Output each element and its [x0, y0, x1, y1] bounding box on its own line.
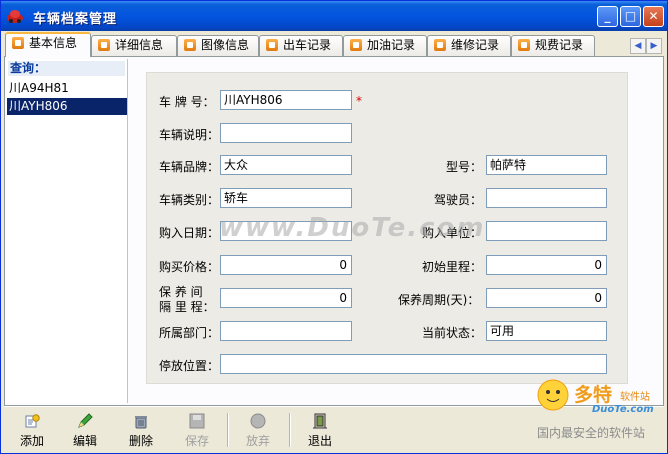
window-title: 车辆档案管理	[33, 12, 118, 27]
save-button-label: 保存	[184, 434, 209, 448]
tab-basic-info[interactable]: 基本信息	[5, 32, 91, 57]
toolbar-separator	[289, 413, 291, 447]
discard-icon	[250, 413, 266, 429]
department-label: 所属部门：	[159, 326, 220, 340]
model-label: 型号：	[446, 160, 483, 174]
floppy-icon	[189, 413, 205, 429]
parking-location-label: 停放位置：	[159, 359, 220, 373]
tab-doc-icon	[434, 38, 446, 51]
delete-button[interactable]: 删除	[118, 411, 164, 449]
maintenance-interval-label-line2: 隔 里 程：	[159, 300, 215, 314]
vehicle-desc-label: 车辆说明：	[159, 128, 220, 142]
exit-button-label: 退出	[307, 434, 332, 448]
tab-scroll-left-icon[interactable]: ◀	[630, 38, 646, 54]
discard-button[interactable]: 放弃	[235, 411, 281, 449]
watermark-text: www.DuoTe.com	[219, 213, 486, 243]
tab-trip-records[interactable]: 出车记录	[259, 35, 343, 56]
tab-fee-records[interactable]: 规费记录	[511, 35, 595, 56]
discard-button-label: 放弃	[245, 434, 270, 448]
purchase-price-field[interactable]: 0	[220, 255, 352, 275]
car-icon	[7, 10, 23, 23]
site-domain: DuoTe.com	[592, 404, 654, 415]
vehicle-desc-field[interactable]	[220, 123, 352, 143]
delete-button-label: 删除	[128, 434, 153, 448]
purchase-unit-field[interactable]	[486, 221, 607, 241]
door-exit-icon	[313, 413, 327, 429]
tab-scroll-right-icon[interactable]: ▶	[646, 38, 662, 54]
add-record-icon	[25, 414, 40, 428]
vehicle-type-field[interactable]: 轿车	[220, 188, 352, 208]
brand-label: 车辆品牌：	[159, 160, 220, 174]
maximize-button[interactable]: □	[620, 6, 641, 27]
plate-list-item-selected[interactable]: 川AYH806	[7, 98, 127, 115]
parking-location-field[interactable]	[220, 354, 607, 374]
plate-label: 车 牌 号：	[159, 95, 215, 109]
current-status-field[interactable]: 可用	[486, 321, 607, 341]
app-window: 车辆档案管理 _ □ ✕ 基本信息 详细信息 图像信息 出车记录 加油记录 维修…	[0, 0, 668, 454]
plate-field[interactable]: 川AYH806	[220, 90, 352, 110]
tab-doc-icon	[184, 38, 196, 51]
title-bar[interactable]: 车辆档案管理 _ □ ✕	[1, 1, 667, 31]
tab-doc-icon	[98, 38, 110, 51]
current-status-label: 当前状态：	[422, 326, 483, 340]
plate-list-item[interactable]: 川A94H81	[7, 80, 127, 97]
save-button[interactable]: 保存	[174, 411, 220, 449]
plate-list-panel: 查询： 川A94H81 川AYH806	[5, 59, 128, 403]
tab-doc-icon	[518, 38, 530, 51]
minimize-button[interactable]: _	[597, 6, 618, 27]
initial-mileage-field[interactable]: 0	[486, 255, 607, 275]
search-label[interactable]: 查询：	[8, 61, 125, 76]
mascot-icon	[537, 379, 569, 411]
tab-doc-icon	[266, 38, 278, 51]
driver-field[interactable]	[486, 188, 607, 208]
model-field[interactable]: 帕萨特	[486, 155, 607, 175]
tab-doc-icon	[350, 38, 362, 51]
trash-icon	[135, 416, 147, 429]
close-button[interactable]: ✕	[643, 6, 664, 27]
pencil-icon	[78, 413, 93, 428]
edit-button-label: 编辑	[72, 434, 97, 448]
site-subtitle: 软件站	[620, 392, 650, 403]
tab-repair-records[interactable]: 维修记录	[427, 35, 511, 56]
site-logo: 多特 软件站 DuoTe.com 国内最安全的软件站	[534, 376, 664, 444]
tab-fuel-records[interactable]: 加油记录	[343, 35, 427, 56]
maintenance-interval-field[interactable]: 0	[220, 288, 352, 308]
driver-label: 驾驶员：	[434, 193, 483, 207]
tab-detail-info[interactable]: 详细信息	[91, 35, 177, 56]
maintenance-period-label: 保养周期(天)：	[398, 293, 480, 307]
vehicle-type-label: 车辆类别：	[159, 193, 220, 207]
initial-mileage-label: 初始里程：	[422, 260, 483, 274]
exit-button[interactable]: 退出	[297, 411, 343, 449]
maintenance-period-field[interactable]: 0	[486, 288, 607, 308]
purchase-date-label: 购入日期：	[159, 226, 220, 240]
purchase-price-label: 购买价格：	[159, 260, 220, 274]
tab-doc-icon	[12, 36, 24, 49]
required-mark: *	[356, 94, 362, 108]
add-button[interactable]: 添加	[9, 411, 55, 449]
brand-field[interactable]: 大众	[220, 155, 352, 175]
department-field[interactable]	[220, 321, 352, 341]
edit-button[interactable]: 编辑	[62, 411, 108, 449]
tab-image-info[interactable]: 图像信息	[177, 35, 259, 56]
tab-strip: 基本信息 详细信息 图像信息 出车记录 加油记录 维修记录 规费记录 ◀ ▶	[3, 32, 665, 57]
site-tagline: 国内最安全的软件站	[537, 426, 646, 440]
add-button-label: 添加	[19, 434, 44, 448]
toolbar-separator	[227, 413, 229, 447]
site-name: 多特	[574, 384, 613, 406]
